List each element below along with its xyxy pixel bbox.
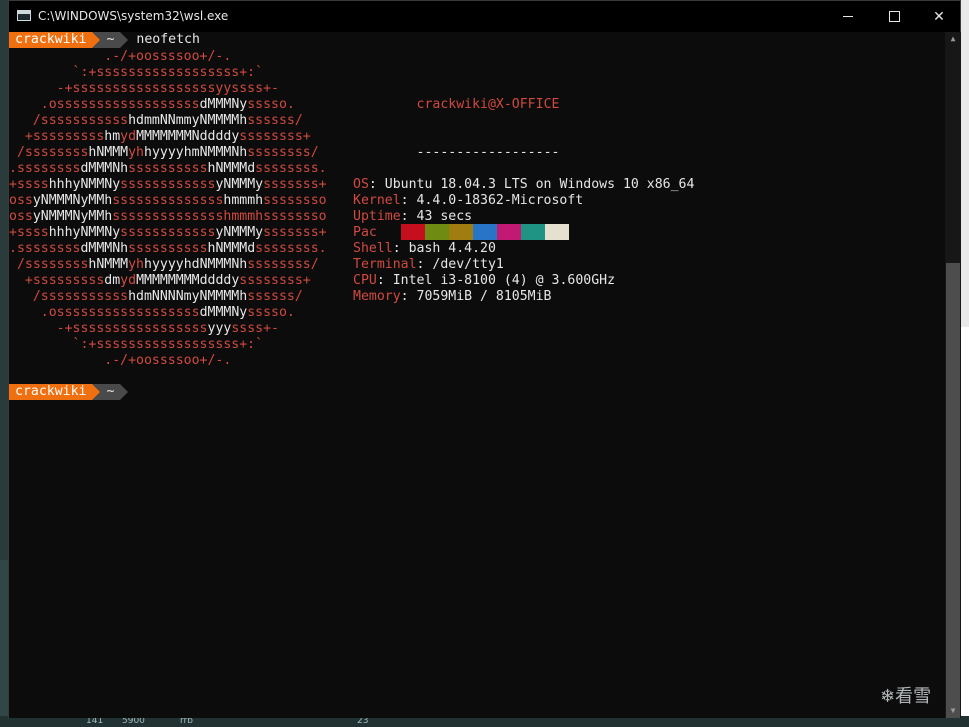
info-row-kernel: Kernel: 4.4.0-18362-Microsoft xyxy=(353,193,584,208)
minimize-button[interactable] xyxy=(825,1,871,32)
color-swatch xyxy=(425,224,449,240)
ascii-logo-line: /ssssssssssshdmmNNmmyNMMMMhssssss/ xyxy=(9,113,303,128)
ascii-logo-line: .ossssssssssssssssssdMMMNysssso. xyxy=(9,305,295,320)
color-swatch xyxy=(521,224,545,240)
ascii-logo-line: .ossssssssssssssssssdMMMNysssso. xyxy=(9,97,295,112)
shell-prompt: crackwiki ~ neofetch xyxy=(9,32,200,48)
ascii-logo-line: +sssshhhyNMMNyssssssssssssyNMMMysssssss+ xyxy=(9,177,327,192)
ascii-logo-line: `:+ssssssssssssssssss+:` xyxy=(9,337,264,352)
maximize-icon xyxy=(888,11,900,22)
close-button[interactable]: ✕ xyxy=(916,1,962,32)
ubuntu-ascii-logo: .-/+oossssoo+/-. `:+ssssssssssssssssss+:… xyxy=(9,49,327,369)
terminal-window[interactable]: C:\WINDOWS\system32\wsl.exe ✕ crackwiki … xyxy=(8,0,961,718)
info-row-shell: Shell: bash 4.4.20 xyxy=(353,241,496,256)
color-swatch xyxy=(401,224,425,240)
powerline-separator-icon xyxy=(92,32,101,48)
ascii-logo-line: -+sssssssssssssssssyyyssss+- xyxy=(9,321,279,336)
color-swatch xyxy=(449,224,473,240)
user-host: crackwiki@X-OFFICE xyxy=(416,97,560,112)
typed-command: neofetch xyxy=(136,32,200,47)
prompt-user-segment: crackwiki xyxy=(9,32,93,48)
console-app-icon[interactable] xyxy=(17,10,31,21)
powerline-separator-icon xyxy=(92,384,101,400)
ascii-logo-line: /ssssssssssshdmNNNNmyNMMMMhssssss/ xyxy=(9,289,303,304)
color-swatch xyxy=(473,224,497,240)
ascii-logo-line: .-/+oossssoo+/-. xyxy=(9,49,232,64)
ascii-logo-line: -+ssssssssssssssssssyyssss+- xyxy=(9,81,279,96)
ascii-logo-line: .ssssssssdMMMNhsssssssssshNMMMdssssssss. xyxy=(9,161,327,176)
info-row-uptime: Uptime: 43 secs xyxy=(353,209,473,224)
console-output[interactable]: crackwiki ~ neofetch .-/+oossssoo+/-. `:… xyxy=(9,32,945,718)
scroll-down-icon[interactable]: ▼ xyxy=(945,704,961,718)
info-row-cpu: CPU: Intel i3-8100 (4) @ 3.600GHz xyxy=(353,273,616,288)
ascii-logo-line: ossyNMMMNyMMhsssssssssssssshmmmhssssssso xyxy=(9,193,327,208)
ascii-logo-line: ossyNMMMNyMMhsssssssssssssshmmmhssssssso xyxy=(9,209,327,224)
prompt-directory-segment: ~ xyxy=(100,384,121,400)
info-row-os: OS: Ubuntu 18.04.3 LTS on Windows 10 x86… xyxy=(353,177,695,192)
info-row-terminal: Terminal: /dev/tty1 xyxy=(353,257,504,272)
color-swatch xyxy=(497,224,521,240)
watermark-logo: ❄看雪 xyxy=(880,686,932,707)
maximize-button[interactable] xyxy=(871,1,917,32)
ascii-logo-line: .ssssssssdMMMNhsssssssssshNMMMdssssssss. xyxy=(9,241,327,256)
minimize-icon xyxy=(843,16,853,17)
window-title: C:\WINDOWS\system32\wsl.exe xyxy=(38,9,229,23)
ascii-logo-line: /sssssssshNMMMyhhyyyyhdNMMMNhssssssss/ xyxy=(9,257,319,272)
desktop-background-right xyxy=(961,0,969,727)
ascii-logo-line: `:+ssssssssssssssssss+:` xyxy=(9,65,264,80)
ascii-logo-line: +sssshhhyNMMNyssssssssssssyNMMMysssssss+ xyxy=(9,225,327,240)
vertical-scrollbar[interactable]: ▲ ▼ xyxy=(945,32,961,718)
close-icon: ✕ xyxy=(933,8,945,25)
prompt-user-segment: crackwiki xyxy=(9,384,93,400)
info-header: crackwiki@X-OFFICE xyxy=(353,81,694,112)
desktop-background-left xyxy=(0,560,8,727)
color-palette xyxy=(377,224,569,240)
title-bar[interactable]: C:\WINDOWS\system32\wsl.exe ✕ xyxy=(9,1,960,32)
prompt-directory-segment: ~ xyxy=(100,32,121,48)
ascii-logo-line: +ssssssssshmydMMMMMMMNddddyssssssss+ xyxy=(9,129,311,144)
color-swatch xyxy=(377,224,401,240)
ascii-logo-line: /sssssssshNMMMyhhyyyyhmNMMMNhssssssss/ xyxy=(9,145,319,160)
powerline-separator-icon xyxy=(120,384,129,400)
color-swatch xyxy=(545,224,569,240)
system-info: crackwiki@X-OFFICE ------------------ OS… xyxy=(353,49,694,337)
scroll-up-icon[interactable]: ▲ xyxy=(945,32,961,46)
ascii-logo-line: +sssssssssdmydMMMMMMMMddddyssssssss+ xyxy=(9,273,311,288)
info-row-memory: Memory: 7059MiB / 8105MiB xyxy=(353,289,552,304)
info-separator: ------------------ xyxy=(416,145,560,160)
shell-prompt[interactable]: crackwiki ~ xyxy=(9,384,136,400)
powerline-separator-icon xyxy=(120,32,129,48)
ascii-logo-line: .-/+oossssoo+/-. xyxy=(9,353,232,368)
scrollbar-thumb[interactable] xyxy=(946,263,960,718)
